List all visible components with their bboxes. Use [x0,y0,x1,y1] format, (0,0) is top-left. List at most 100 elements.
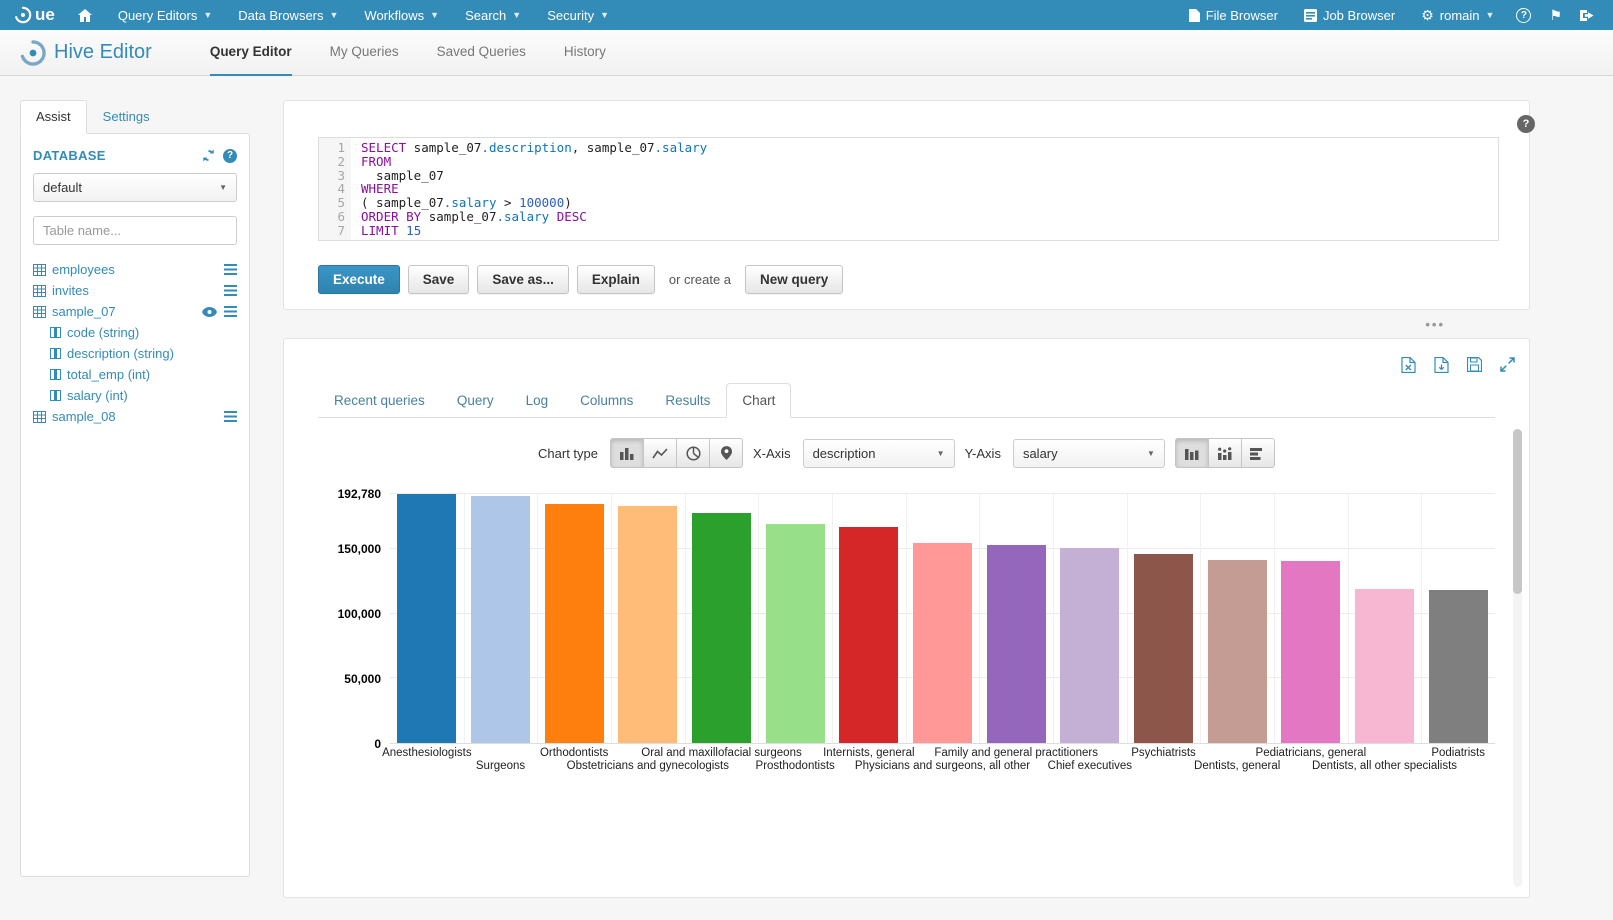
table-link-sample-07[interactable]: sample_07 [52,304,116,319]
save-button[interactable]: Save [408,265,470,294]
bar-obstetricians-and-gynecologists[interactable] [618,506,677,743]
new-query-button[interactable]: New query [745,265,843,294]
menu-data-browsers[interactable]: Data Browsers ▼ [225,0,351,30]
chevron-down-icon: ▼ [937,449,945,458]
column-icon [50,327,61,338]
refresh-icon[interactable] [201,149,216,162]
tab-saved-queries[interactable]: Saved Queries [437,30,526,76]
hue-logo[interactable]: ue [14,5,55,25]
bar-surgeons[interactable] [471,496,530,743]
panel-resize-handle[interactable]: ••• [283,310,1530,338]
help-button[interactable]: ? [1507,0,1540,30]
scrollbar-thumb[interactable] [1513,429,1522,594]
sql-code-editor[interactable]: 1234567 SELECT sample_07.description, sa… [318,137,1499,241]
assist-help-icon[interactable]: ? [223,149,237,163]
tab-assist[interactable]: Assist [20,100,87,134]
table-link-employees[interactable]: employees [52,262,115,277]
tab-log[interactable]: Log [510,383,565,418]
user-menu[interactable]: ⚙ romain ▼ [1408,0,1507,30]
menu-query-editors[interactable]: Query Editors ▼ [105,0,225,30]
column-label[interactable]: salary (int) [67,388,128,403]
file-browser-button[interactable]: File Browser [1176,0,1291,30]
menu-workflows[interactable]: Workflows ▼ [351,0,452,30]
bar-oral-and-maxillofacial-surgeons[interactable] [692,513,751,743]
execute-button[interactable]: Execute [318,265,400,294]
code-line: sample_07 [361,169,1498,183]
table-filter-input[interactable] [33,216,237,245]
job-browser-button[interactable]: Job Browser [1291,0,1408,30]
save-results-icon[interactable] [1467,357,1482,373]
save-as-button[interactable]: Save as... [477,265,569,294]
column-label[interactable]: total_emp (int) [67,367,150,382]
grouped-bars-button[interactable] [1175,438,1209,468]
chart-controls: Chart type X-Axis [318,438,1495,468]
chart-y-axis: 050,000100,000150,000192,780 [328,494,390,744]
gridline [611,494,612,743]
chevron-down-icon: ▼ [203,11,212,20]
bar-orthodontists[interactable] [545,504,604,743]
menu-search[interactable]: Search ▼ [452,0,534,30]
browse-data-icon[interactable] [224,285,237,296]
menu-security[interactable]: Security ▼ [534,0,622,30]
menu-label: Security [547,8,594,23]
bar-pediatricians-general[interactable] [1281,561,1340,743]
gridline [1421,494,1422,743]
bar-style-group [1175,438,1275,468]
column-label[interactable]: code (string) [67,325,139,340]
feedback-button[interactable]: ⚑ [1540,0,1571,30]
tab-chart[interactable]: Chart [726,383,791,418]
table-link-invites[interactable]: invites [52,283,89,298]
tab-my-queries[interactable]: My Queries [330,30,399,76]
tab-history[interactable]: History [564,30,606,76]
gridline [1348,494,1349,743]
pie-chart-type-button[interactable] [676,438,710,468]
horizontal-bars-button[interactable] [1241,438,1275,468]
logout-button[interactable] [1571,0,1603,30]
bar-psychiatrists[interactable] [1134,554,1193,743]
sql-code[interactable]: SELECT sample_07.description, sample_07.… [351,138,1498,240]
download-xls-icon[interactable] [1401,357,1416,373]
browse-data-icon[interactable] [224,264,237,275]
bar-anesthesiologists[interactable] [397,494,456,743]
map-chart-type-button[interactable] [709,438,743,468]
home-button[interactable] [65,0,105,30]
x-axis-tick-label: Chief executives [1048,760,1132,772]
line-chart-type-button[interactable] [643,438,677,468]
query-editor-panel: ? 1234567 SELECT sample_07.description, … [283,100,1530,310]
bar-family-and-general-practitioners[interactable] [987,545,1046,743]
bar-chart-type-button[interactable] [610,438,644,468]
vertical-scrollbar[interactable] [1513,429,1522,887]
tab-query-editor[interactable]: Query Editor [210,30,292,76]
tab-settings[interactable]: Settings [87,100,166,133]
download-csv-icon[interactable] [1434,357,1449,373]
bar-dentists-all-other-specialists[interactable] [1355,589,1414,743]
bar-prosthodontists[interactable] [766,524,825,743]
tab-query[interactable]: Query [441,383,510,418]
tab-recent-queries[interactable]: Recent queries [318,383,441,418]
column-label[interactable]: description (string) [67,346,174,361]
hive-editor-brand[interactable]: Hive Editor [20,40,152,66]
table-list: employees invites [33,259,237,427]
tab-results[interactable]: Results [649,383,726,418]
preview-eye-icon[interactable] [202,307,217,317]
browse-data-icon[interactable] [224,306,237,317]
browse-data-icon[interactable] [224,411,237,422]
bar-internists-general[interactable] [839,527,898,743]
database-select[interactable]: default ▼ [33,173,237,202]
table-link-sample-08[interactable]: sample_08 [52,409,116,424]
bar-chart: 050,000100,000150,000192,780 Anesthesiol… [318,494,1495,783]
bar-dentists-general[interactable] [1208,560,1267,744]
database-selected-value: default [43,180,82,195]
x-axis-select[interactable]: description ▼ [803,439,955,468]
stacked-bars-button[interactable] [1208,438,1242,468]
explain-button[interactable]: Explain [577,265,655,294]
y-axis-select[interactable]: salary ▼ [1013,439,1165,468]
bar-chief-executives[interactable] [1060,548,1119,744]
editor-help-icon[interactable]: ? [1517,115,1535,133]
x-axis-tick-label: Physicians and surgeons, all other [855,760,1030,772]
bar-physicians-and-surgeons-all-other[interactable] [913,543,972,743]
gridline [537,494,538,743]
expand-results-icon[interactable] [1500,357,1515,373]
tab-columns[interactable]: Columns [564,383,649,418]
bar-podiatrists[interactable] [1429,590,1488,743]
